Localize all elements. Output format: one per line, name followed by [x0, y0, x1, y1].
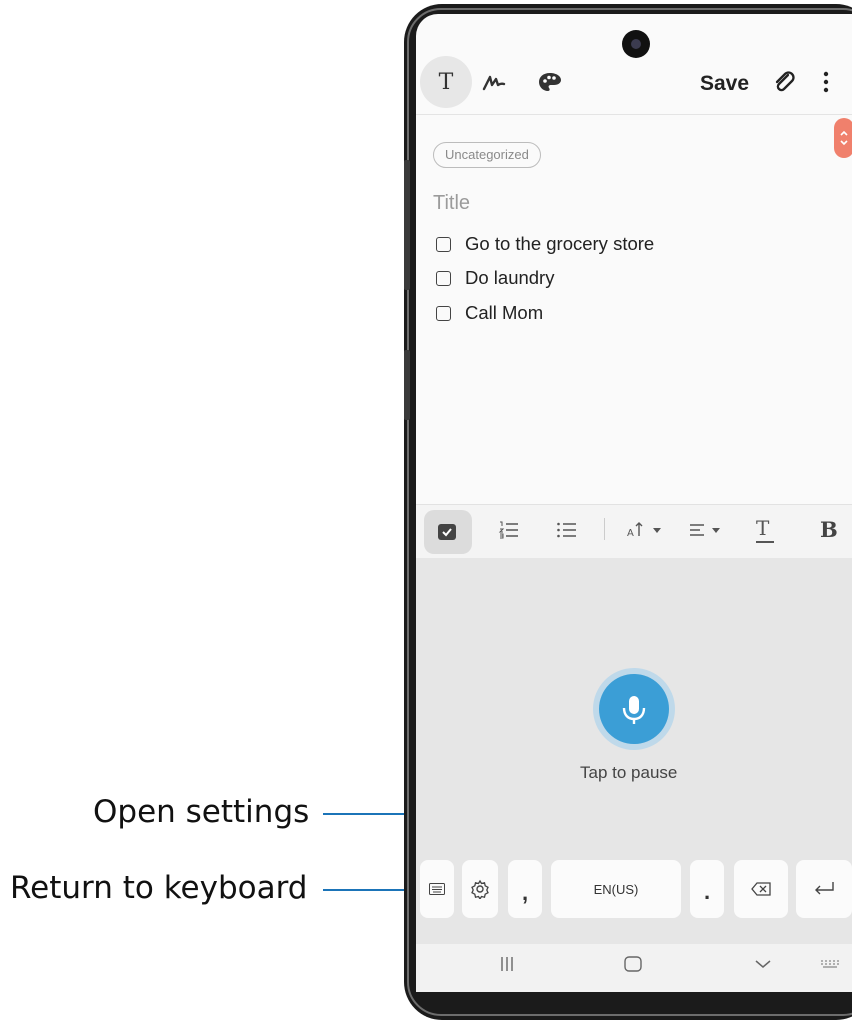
side-button-upper: [404, 160, 410, 290]
text-mode-button[interactable]: T: [420, 56, 472, 108]
back-icon[interactable]: [754, 956, 772, 977]
bullet-list-icon[interactable]: [556, 520, 578, 545]
title-field[interactable]: Title: [433, 192, 470, 215]
text-underline: [756, 541, 774, 543]
save-button[interactable]: Save: [700, 72, 749, 96]
checklist-item-label: Call Mom: [465, 302, 544, 323]
callout-return-to-keyboard: Return to keyboard: [10, 870, 308, 906]
handwriting-icon[interactable]: [478, 66, 510, 98]
scroll-handle[interactable]: [834, 118, 852, 158]
checklist-item[interactable]: Do laundry: [436, 267, 554, 289]
attach-icon[interactable]: [768, 66, 800, 98]
mic-button[interactable]: [599, 674, 669, 744]
checkbox[interactable]: [436, 270, 451, 286]
more-icon[interactable]: [810, 66, 842, 98]
checklist-item[interactable]: Go to the grocery store: [436, 233, 654, 255]
text-style-button[interactable]: T: [756, 516, 774, 543]
checkbox[interactable]: [436, 305, 451, 321]
checklist-item-label: Do laundry: [465, 267, 555, 288]
keyboard-switch-icon[interactable]: [820, 956, 840, 977]
side-button-lower: [404, 350, 410, 420]
checkbox[interactable]: [436, 236, 451, 252]
numbered-list-icon[interactable]: [498, 520, 520, 545]
gear-icon: [471, 879, 489, 899]
keyboard-icon: [429, 883, 445, 895]
toolbar-divider: [416, 114, 852, 115]
voice-status-text: Tap to pause: [580, 763, 678, 782]
category-chip[interactable]: Uncategorized: [433, 142, 541, 168]
backspace-icon: [751, 882, 771, 896]
bold-button[interactable]: B: [820, 517, 838, 542]
spacebar-language-key[interactable]: EN(US): [551, 860, 681, 918]
mic-icon: [622, 696, 646, 724]
return-to-keyboard-button[interactable]: [420, 860, 454, 918]
checklist-item-label: Go to the grocery store: [465, 233, 655, 254]
callout-open-settings: Open settings: [93, 794, 310, 830]
svg-text:A: A: [627, 528, 634, 539]
text-style-label: T: [756, 516, 770, 540]
format-separator: [604, 518, 605, 540]
home-icon[interactable]: [624, 956, 642, 977]
align-icon[interactable]: [688, 520, 728, 545]
enter-key[interactable]: [796, 860, 852, 918]
backspace-key[interactable]: [734, 860, 788, 918]
period-key[interactable]: .: [690, 860, 724, 918]
checkbox-icon: [438, 524, 456, 540]
palette-icon[interactable]: [534, 66, 566, 98]
recents-icon[interactable]: [500, 956, 514, 977]
front-camera: [622, 30, 650, 58]
enter-icon: [815, 882, 834, 895]
open-settings-button[interactable]: [462, 860, 498, 918]
checklist-item[interactable]: Call Mom: [436, 302, 543, 324]
comma-key[interactable]: ,: [508, 860, 542, 918]
text-size-icon[interactable]: A: [626, 520, 666, 545]
